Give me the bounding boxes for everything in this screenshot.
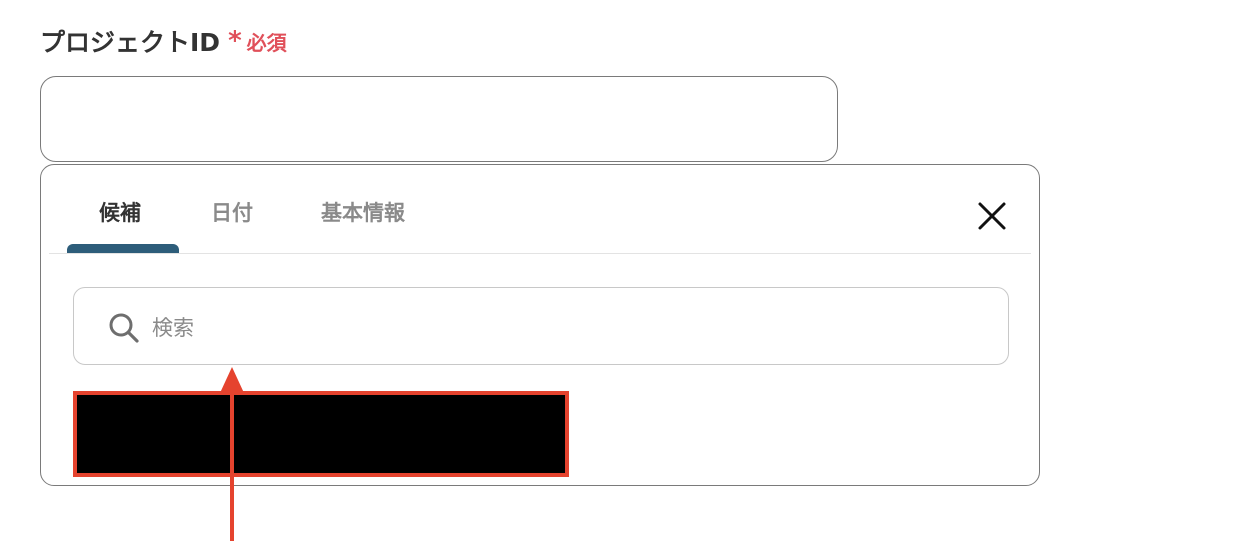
active-tab-indicator [67, 244, 179, 253]
close-button[interactable] [973, 197, 1011, 235]
field-label: プロジェクトID * 必須 [40, 22, 287, 60]
required-badge: 必須 [246, 30, 287, 55]
tab-bar: 候補 日付 基本情報 [49, 165, 1031, 254]
suggestion-dropdown: 候補 日付 基本情報 検索 [40, 164, 1040, 541]
tab-candidates[interactable]: 候補 [99, 197, 141, 227]
tab-basic-info[interactable]: 基本情報 [321, 197, 405, 227]
close-icon [978, 202, 1006, 230]
project-id-input[interactable] [40, 76, 838, 162]
arrow-up-icon [220, 367, 244, 541]
search-placeholder: 検索 [152, 316, 194, 340]
field-label-text: プロジェクトID [40, 28, 221, 57]
candidate-option-redacted[interactable] [73, 391, 569, 477]
required-asterisk: * [228, 26, 242, 56]
search-input[interactable]: 検索 [73, 287, 1009, 365]
search-icon [109, 313, 139, 343]
tab-date[interactable]: 日付 [211, 197, 253, 227]
